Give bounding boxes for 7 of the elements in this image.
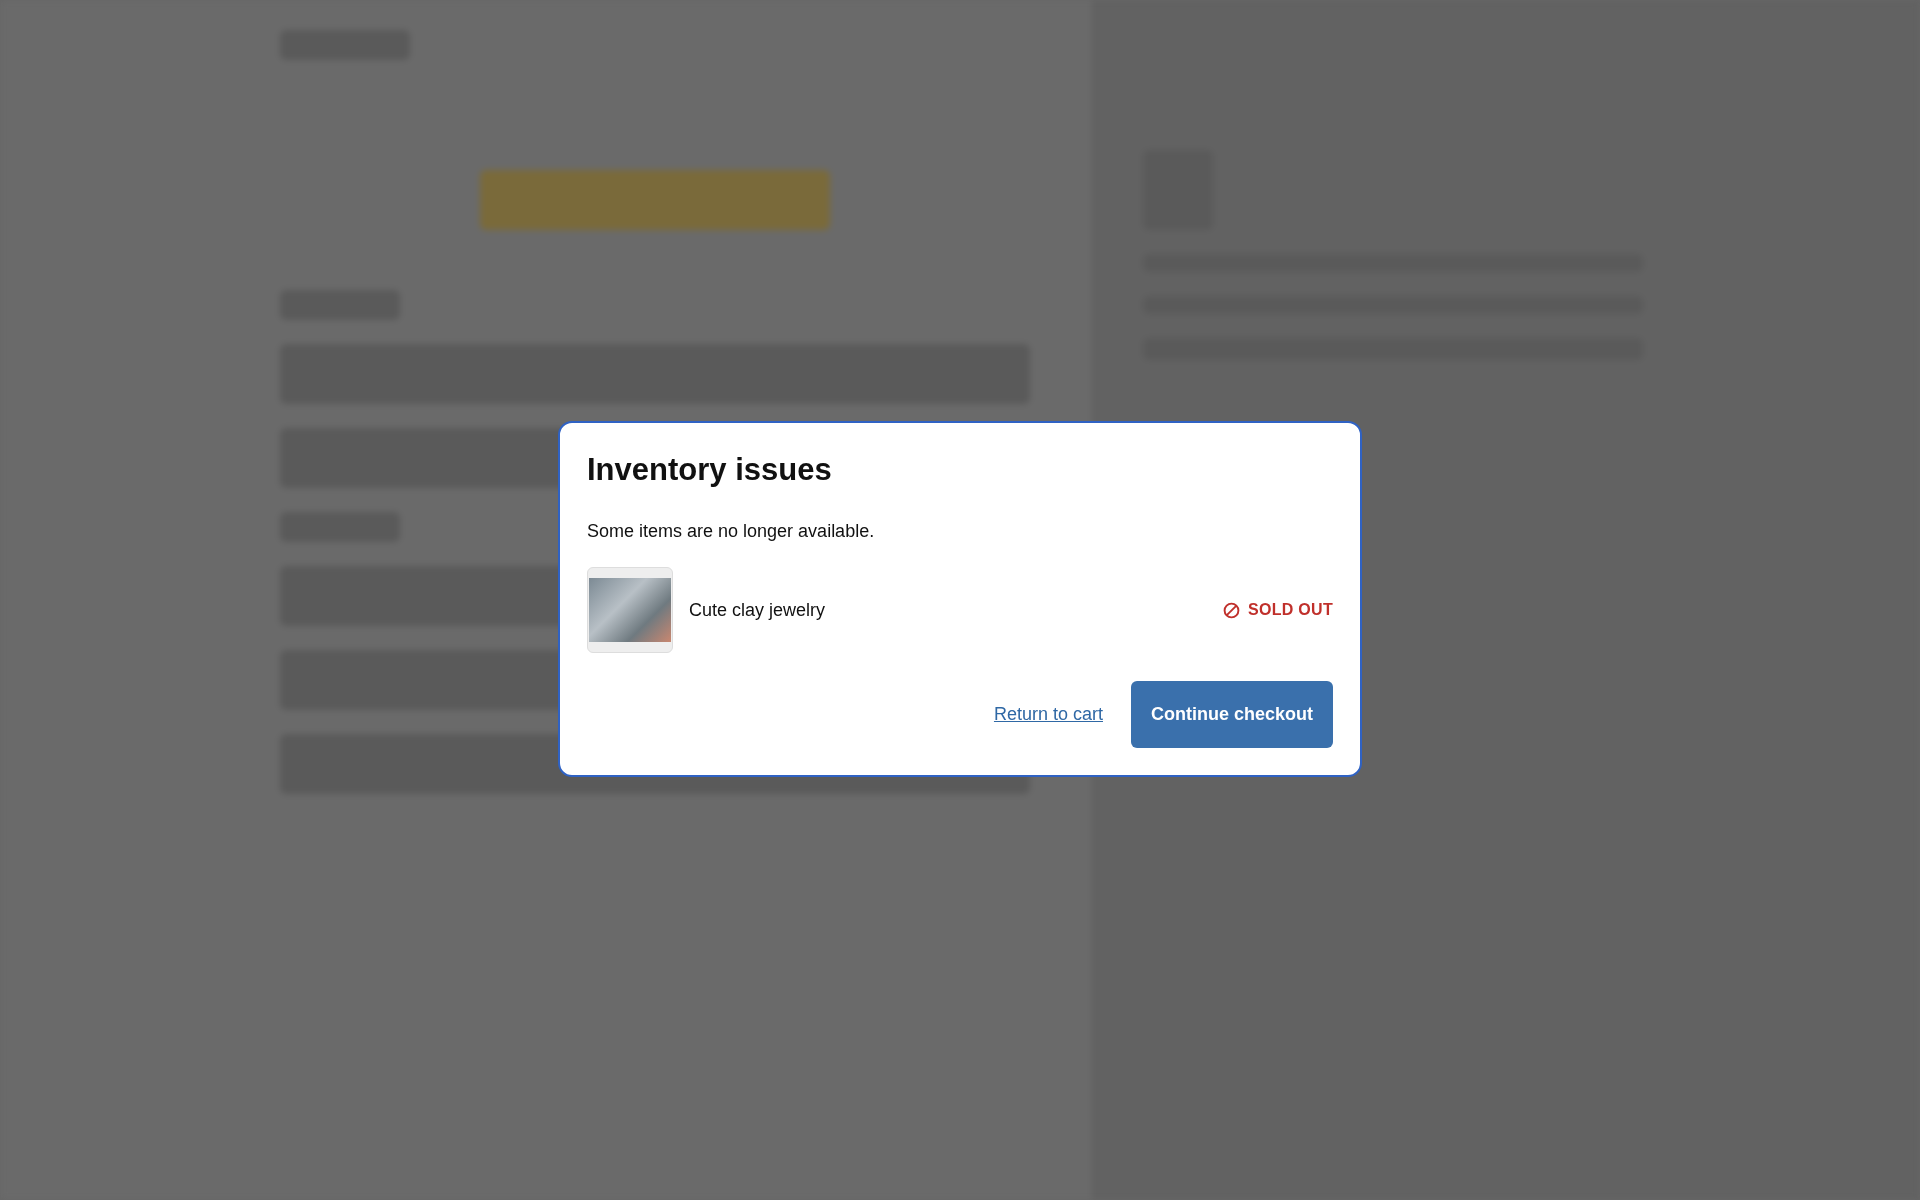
stock-status: SOLD OUT xyxy=(1247,600,1333,621)
return-to-cart-link[interactable]: Return to cart xyxy=(993,701,1103,729)
dialog-message: Some items are no longer available. xyxy=(587,520,876,544)
product-name: Cute clay jewelry xyxy=(689,598,827,622)
dialog-title: Inventory issues xyxy=(587,450,833,489)
continue-checkout-button[interactable]: Continue checkout xyxy=(1131,681,1333,749)
prohibited-icon xyxy=(1222,601,1240,619)
